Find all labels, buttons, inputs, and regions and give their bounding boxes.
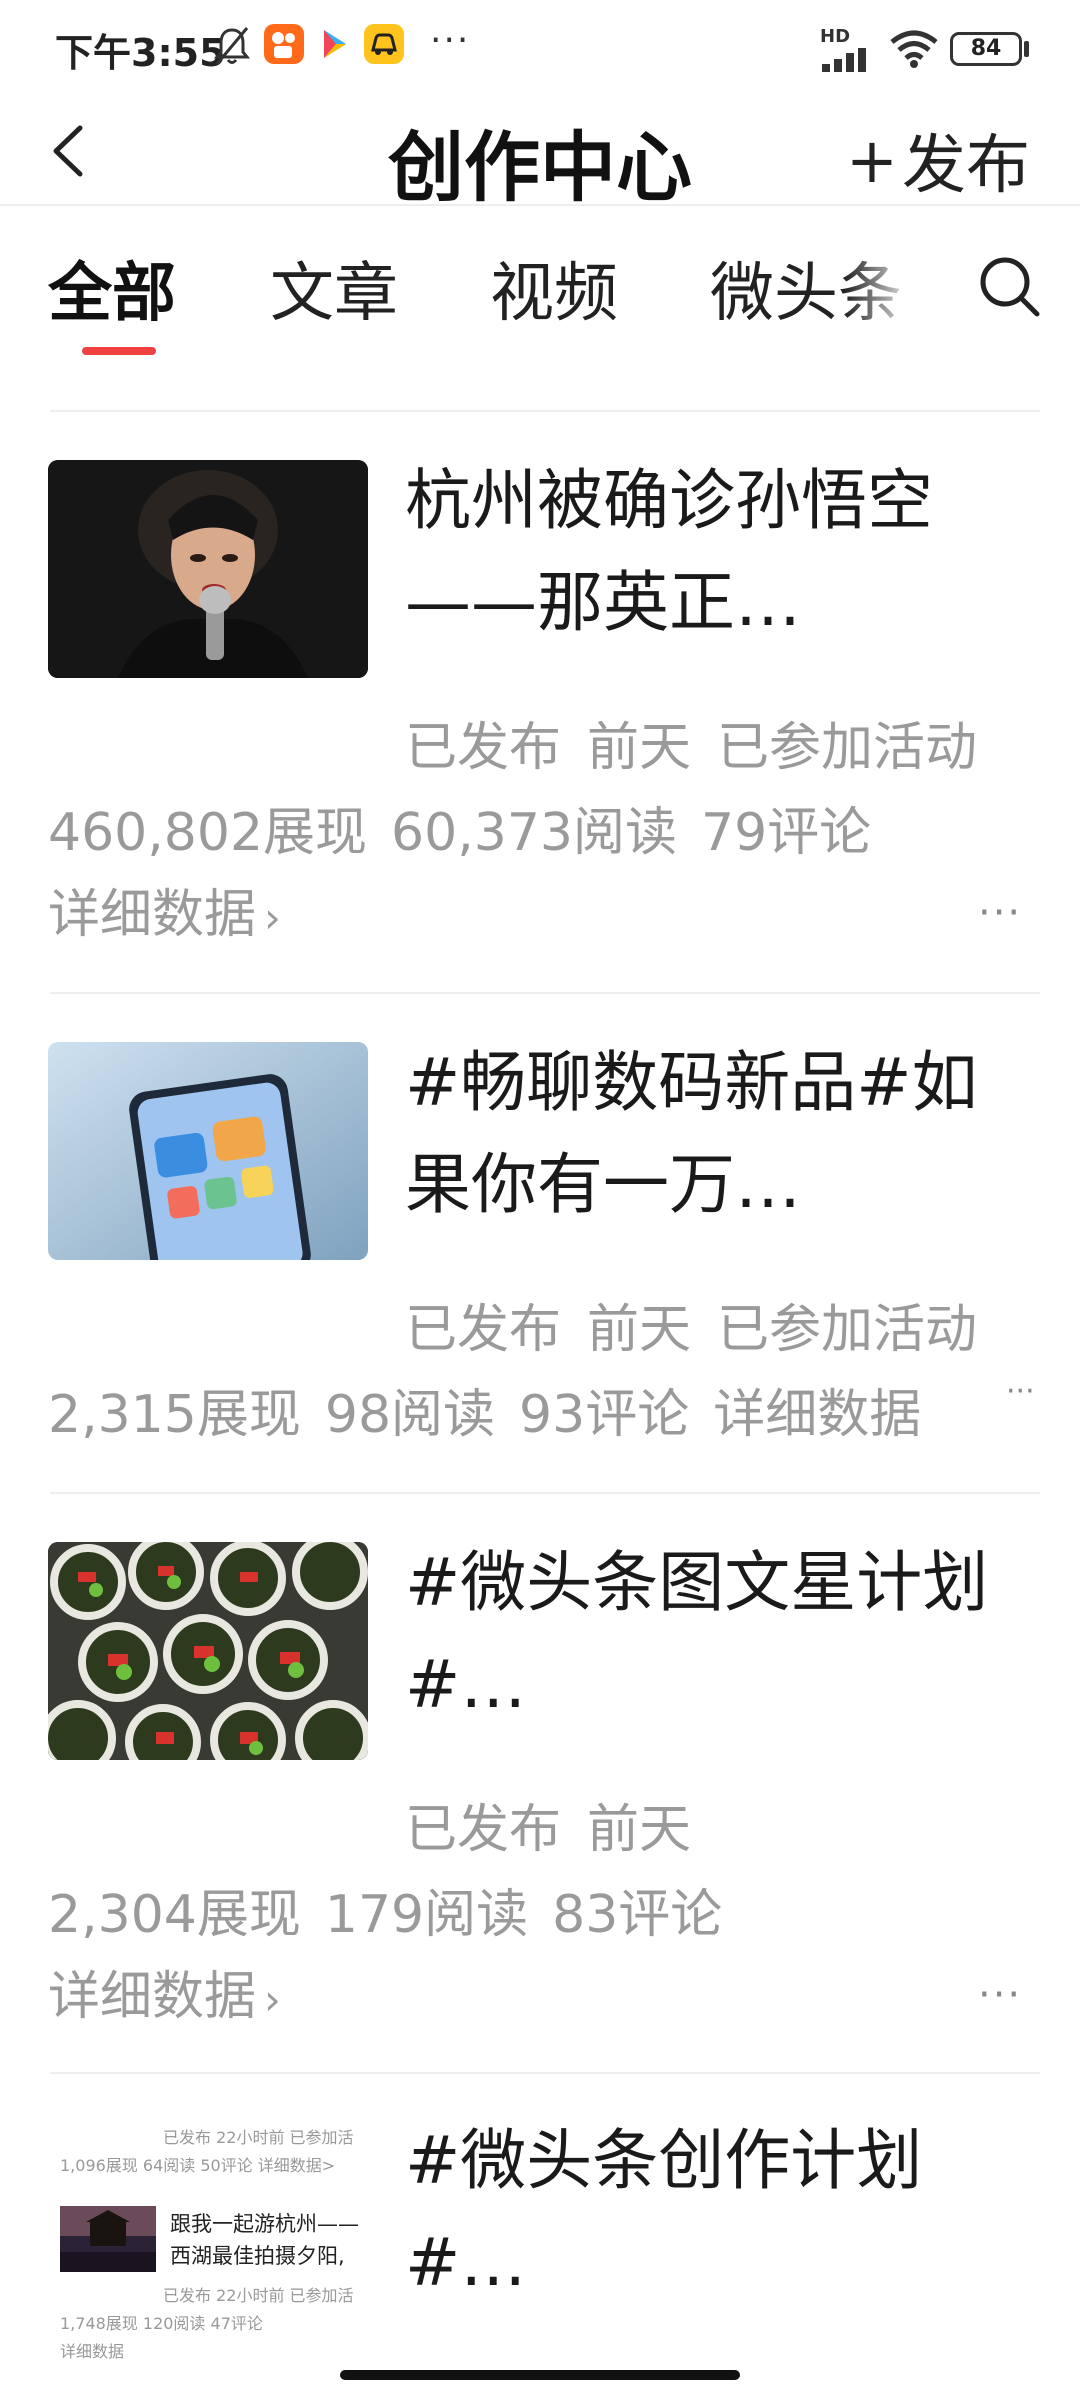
divider <box>50 410 1040 412</box>
item-stats: 2,315展现 98阅读 93评论 详细数据 <box>48 1372 945 1447</box>
battery-icon: 84 <box>950 32 1022 66</box>
thumb-text-line: 1,096展现 64阅读 50评论 详细数据> <box>60 2156 336 2175</box>
taxi-app-icon <box>364 24 404 64</box>
status-time: 下午3:55 <box>55 31 226 75</box>
feed-item[interactable]: #微头条图文星计划#… 已发布 前天 2,304展现 179阅读 83评论 详细数据 ›… <box>0 1542 1080 2062</box>
mute-bell-icon <box>213 27 251 65</box>
publish-label: 发布 <box>902 129 1030 203</box>
battery-tip <box>1024 41 1029 57</box>
play-store-icon <box>314 24 354 64</box>
header: 创作中心 + 发布 <box>0 96 1080 212</box>
item-title[interactable]: #畅聊数码新品#如果你有一万… <box>405 1032 1025 1236</box>
back-button[interactable] <box>40 116 100 186</box>
reads-count: 98阅读 <box>324 1385 496 1445</box>
tab-all[interactable]: 全部 <box>48 242 176 334</box>
publish-status: 已发布 <box>405 1800 562 1860</box>
impressions-count: 460,802展现 <box>48 803 368 863</box>
plus-icon: + <box>846 123 898 197</box>
thumb-headline: 跟我一起游杭州——西湖最佳拍摄夕阳, <box>170 2212 359 2268</box>
tab-micro-posts[interactable]: 微头条 <box>710 242 902 334</box>
more-options-button[interactable]: ··· <box>978 890 1022 936</box>
item-meta: 已发布 前天 <box>405 1787 717 1862</box>
thumbnail-image <box>48 1042 368 1260</box>
status-more-icon: ··· <box>430 20 471 61</box>
comments-count: 83评论 <box>552 1885 723 1945</box>
comments-count: 79评论 <box>701 803 872 863</box>
kuaishou-app-icon <box>264 24 304 64</box>
publish-time: 前天 <box>587 1800 692 1860</box>
thumbnail-image: 已发布 22小时前 已参加活 1,096展现 64阅读 50评论 详细数据> 跟… <box>48 2120 368 2370</box>
item-stats: 460,802展现 60,373阅读 79评论 <box>48 790 895 865</box>
details-link[interactable]: 详细数据 › <box>48 1954 281 2029</box>
divider <box>50 1492 1040 1494</box>
details-label: 详细数据 <box>48 1967 257 2027</box>
details-link[interactable]: 详细数据 <box>713 1385 921 1445</box>
chevron-right-icon: › <box>264 1975 281 2024</box>
activity-badge: 已参加活动 <box>717 1300 978 1360</box>
active-tab-indicator <box>82 347 156 355</box>
impressions-count: 2,304展现 <box>48 1885 301 1945</box>
wifi-icon <box>890 30 938 68</box>
divider <box>50 2072 1040 2074</box>
home-indicator[interactable] <box>340 2370 740 2380</box>
item-title[interactable]: #微头条图文星计划#… <box>405 1532 1025 1736</box>
thumbnail-image <box>48 1542 368 1760</box>
thumb-photo <box>60 2206 156 2272</box>
tab-articles[interactable]: 文章 <box>270 242 398 334</box>
item-title[interactable]: 杭州被确诊孙悟空——那英正… <box>405 450 1025 654</box>
signal-icon <box>822 48 866 72</box>
details-label: 详细数据 <box>48 885 257 945</box>
thumb-text-line: 已发布 22小时前 已参加活 <box>163 2286 354 2305</box>
divider <box>50 992 1040 994</box>
search-icon[interactable] <box>975 252 1045 322</box>
tab-videos[interactable]: 视频 <box>490 242 618 334</box>
publish-time: 前天 <box>587 718 692 778</box>
item-stats: 2,304展现 179阅读 83评论 <box>48 1872 746 1947</box>
publish-button[interactable]: + 发布 <box>846 114 1030 206</box>
item-meta: 已发布 前天 已参加活动 <box>405 705 1003 780</box>
battery-level: 84 <box>970 36 1002 61</box>
thumb-text-line: 1,748展现 120阅读 47评论 <box>60 2314 263 2333</box>
item-meta: 已发布 前天 已参加活动 <box>405 1287 1003 1362</box>
more-options-button[interactable]: ··· <box>978 1972 1022 2018</box>
thumb-text-line: 已发布 22小时前 已参加活 <box>163 2128 354 2147</box>
feed-item[interactable]: 杭州被确诊孙悟空——那英正… 已发布 前天 已参加活动 460,802展现 60,37… <box>0 460 1080 980</box>
thumb-text-line: 详细数据 <box>60 2342 125 2361</box>
publish-status: 已发布 <box>405 718 562 778</box>
tab-bar: 全部 文章 视频 微头条 <box>0 206 1080 356</box>
reads-count: 179阅读 <box>324 1885 529 1945</box>
impressions-count: 2,315展现 <box>48 1385 301 1445</box>
feed-item[interactable]: 已发布 22小时前 已参加活 1,096展现 64阅读 50评论 详细数据> 跟… <box>0 2120 1080 2400</box>
comments-count: 93评论 <box>519 1385 690 1445</box>
activity-badge: 已参加活动 <box>717 718 978 778</box>
more-options-button[interactable]: ··· <box>1000 1374 1035 1409</box>
network-label: HD <box>820 26 851 47</box>
feed-item[interactable]: #畅聊数码新品#如果你有一万… 已发布 前天 已参加活动 2,315展现 98阅读 93… <box>0 1042 1080 1482</box>
details-link[interactable]: 详细数据 › <box>48 872 281 947</box>
chevron-right-icon: › <box>264 893 281 942</box>
item-title[interactable]: #微头条创作计划#… <box>405 2110 1025 2314</box>
thumbnail-image <box>48 460 368 678</box>
publish-time: 前天 <box>587 1300 692 1360</box>
reads-count: 60,373阅读 <box>391 803 677 863</box>
status-bar: 下午3:55 ··· HD 84 <box>0 0 1080 96</box>
publish-status: 已发布 <box>405 1300 562 1360</box>
